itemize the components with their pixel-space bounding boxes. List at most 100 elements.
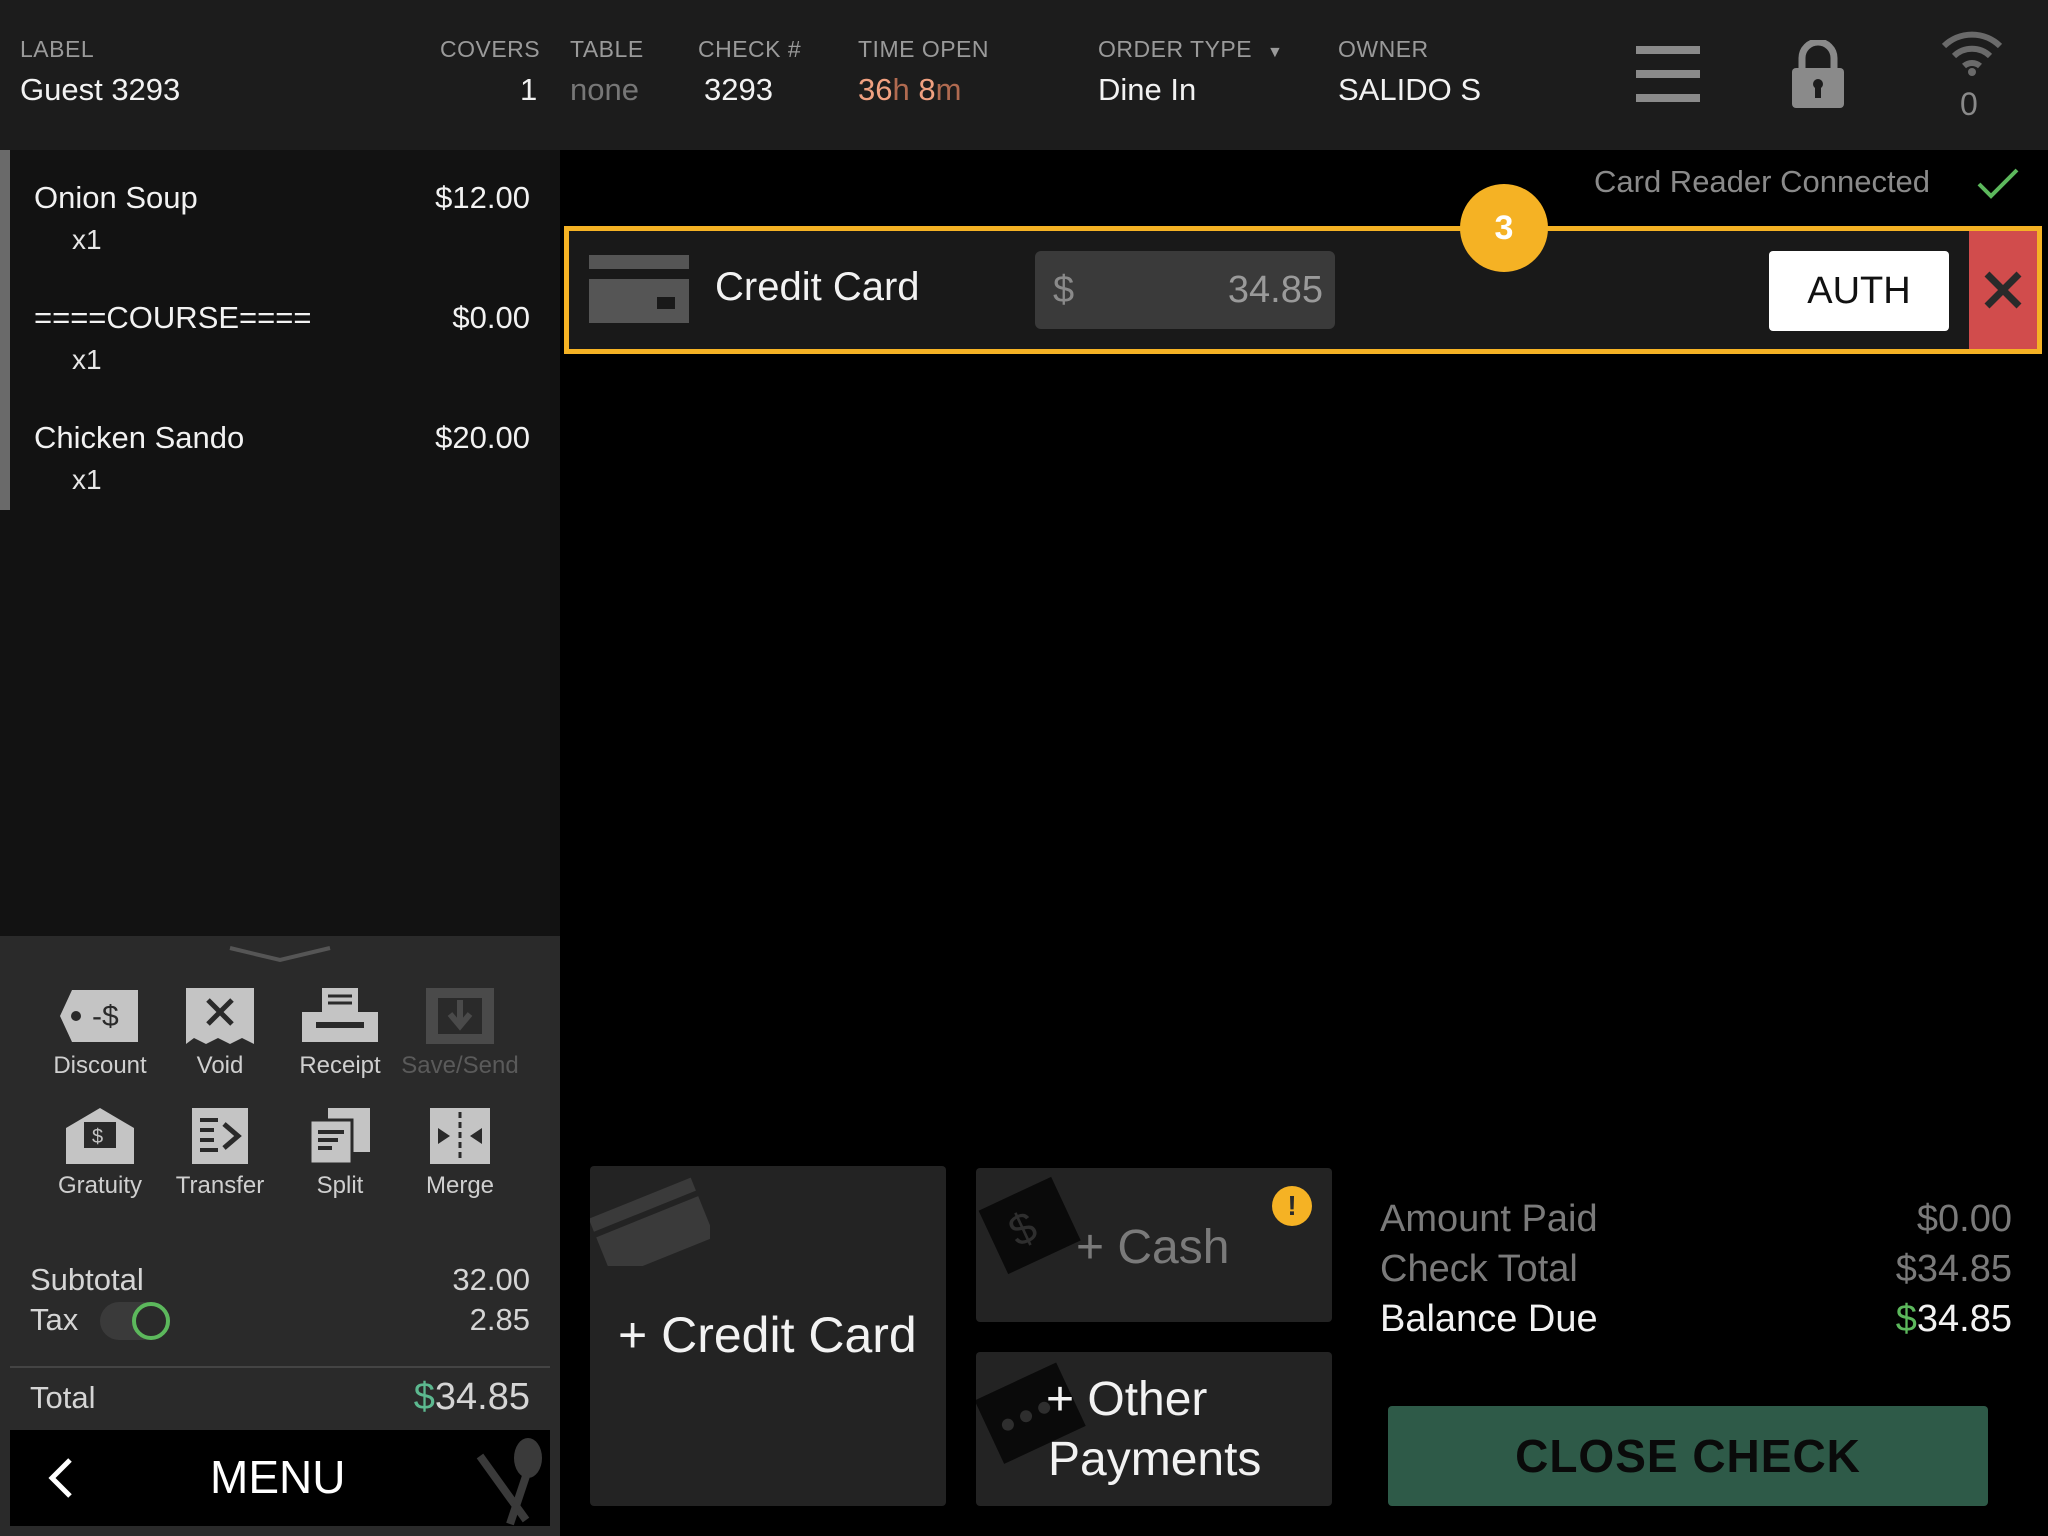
svg-text:-$: -$ xyxy=(92,1000,119,1033)
discount-tag-icon: -$ xyxy=(60,990,138,1042)
gratuity-button[interactable]: $ Gratuity xyxy=(40,1106,160,1200)
save-send-icon xyxy=(426,988,494,1044)
order-type-title[interactable]: ORDER TYPE ▼ xyxy=(1098,36,1283,63)
time-open-title: TIME OPEN xyxy=(858,36,990,62)
svg-text:$: $ xyxy=(92,1126,103,1148)
credit-card-watermark-icon xyxy=(590,1177,710,1266)
split-icon xyxy=(308,1108,370,1166)
cash-watermark-icon: $ xyxy=(978,1176,1081,1275)
receipt-button[interactable]: Receipt xyxy=(280,986,400,1080)
other-payments-label-line1: + Other xyxy=(1046,1373,1208,1426)
order-item-list: Onion Soup $12.00 x1 ====COURSE==== $0.0… xyxy=(0,150,560,936)
warning-icon: ! xyxy=(1272,1186,1312,1226)
menu-label: MENU xyxy=(210,1451,346,1503)
amount-paid-label: Amount Paid xyxy=(1380,1198,1598,1240)
save-send-button[interactable]: Save/Send xyxy=(400,986,520,1080)
totals-divider xyxy=(10,1366,550,1368)
menu-button[interactable]: MENU xyxy=(10,1430,550,1526)
discount-button[interactable]: -$ Discount xyxy=(40,986,160,1080)
list-item[interactable]: Onion Soup $12.00 x1 xyxy=(0,170,560,270)
total-label: Total xyxy=(30,1380,96,1415)
void-receipt-icon xyxy=(186,988,254,1044)
owner-title: OWNER xyxy=(1338,36,1429,62)
add-credit-card-label: + Credit Card xyxy=(618,1307,917,1363)
receipt-label: Receipt xyxy=(299,1052,381,1079)
owner-value[interactable]: SALIDO S xyxy=(1338,72,1481,108)
add-cash-tile[interactable]: $ + Cash ! xyxy=(976,1168,1332,1322)
check-total-label: Check Total xyxy=(1380,1248,1578,1290)
list-item[interactable]: Chicken Sando $20.00 x1 xyxy=(0,410,560,510)
payment-method-label: Credit Card xyxy=(715,265,920,309)
payment-amount-field[interactable]: $ 34.85 xyxy=(1035,251,1335,329)
split-label: Split xyxy=(316,1172,364,1199)
remove-payment-button[interactable] xyxy=(1969,231,2037,349)
close-icon xyxy=(1984,271,2022,309)
item-name: Chicken Sando xyxy=(34,420,245,455)
card-reader-status: Card Reader Connected xyxy=(1594,164,1931,199)
tax-value: 2.85 xyxy=(469,1302,530,1337)
item-price: $0.00 xyxy=(452,300,530,335)
order-type-value[interactable]: Dine In xyxy=(1098,72,1196,108)
gratuity-envelope-icon: $ xyxy=(66,1108,134,1164)
item-qty: x1 xyxy=(72,344,102,375)
transfer-button[interactable]: Transfer xyxy=(160,1106,280,1200)
credit-card-icon xyxy=(589,255,689,323)
wifi-icon xyxy=(1941,31,2003,76)
guest-label[interactable]: Guest 3293 xyxy=(20,72,180,108)
check-number-value: 3293 xyxy=(704,72,773,107)
close-check-button[interactable]: CLOSE CHECK xyxy=(1388,1406,1988,1506)
wifi-count: 0 xyxy=(1960,86,1978,122)
total-value: $34.85 xyxy=(413,1376,530,1418)
merge-label: Merge xyxy=(425,1172,495,1199)
printer-icon xyxy=(302,988,378,1042)
discount-label: Discount xyxy=(53,1052,147,1079)
auth-button[interactable]: AUTH xyxy=(1769,251,1949,331)
check-header: LABEL Guest 3293 COVERS 1 TABLE none CHE… xyxy=(0,0,2048,150)
subtotal-label: Subtotal xyxy=(30,1262,144,1297)
amount-value: 34.85 xyxy=(1227,269,1323,311)
check-number-title: CHECK # xyxy=(698,36,802,62)
other-payments-label-line2: Payments xyxy=(1048,1433,1262,1486)
item-name: ====COURSE==== xyxy=(34,300,312,335)
check-total-value: $34.85 xyxy=(1895,1248,2012,1290)
time-open-value: 36h 8m xyxy=(858,72,962,107)
item-name: Onion Soup xyxy=(34,180,198,215)
balance-due-value: $34.85 xyxy=(1895,1298,2012,1340)
covers-value[interactable]: 1 xyxy=(520,72,537,108)
other-payments-tile[interactable]: + Other Payments xyxy=(976,1352,1332,1506)
item-qty: x1 xyxy=(72,224,102,255)
void-label: Void xyxy=(196,1052,244,1079)
split-button[interactable]: Split xyxy=(280,1106,400,1200)
transfer-label: Transfer xyxy=(175,1172,265,1199)
merge-icon xyxy=(430,1108,490,1164)
add-cash-label: + Cash xyxy=(1076,1221,1230,1274)
transfer-icon xyxy=(192,1108,248,1164)
hamburger-menu-icon[interactable] xyxy=(1636,46,1700,102)
collapse-chevron-icon[interactable] xyxy=(228,944,332,964)
subtotal-value: 32.00 xyxy=(452,1262,530,1297)
item-qty: x1 xyxy=(72,464,102,495)
tax-label: Tax xyxy=(30,1302,79,1337)
tax-toggle[interactable] xyxy=(100,1302,170,1340)
item-price: $20.00 xyxy=(435,420,530,455)
merge-button[interactable]: Merge xyxy=(400,1106,520,1200)
dropdown-arrow-icon: ▼ xyxy=(1267,44,1284,61)
table-value[interactable]: none xyxy=(570,72,639,108)
amount-paid-value: $0.00 xyxy=(1916,1198,2012,1240)
step-badge: 3 xyxy=(1460,184,1548,272)
payment-row[interactable]: Credit Card $ 34.85 AUTH xyxy=(564,226,2042,354)
balance-due-label: Balance Due xyxy=(1380,1298,1598,1340)
save-send-label: Save/Send xyxy=(401,1052,519,1079)
back-chevron-icon xyxy=(48,1458,72,1498)
list-item[interactable]: ====COURSE==== $0.00 x1 xyxy=(0,290,560,390)
add-credit-card-tile[interactable]: + Credit Card xyxy=(590,1166,946,1506)
gratuity-label: Gratuity xyxy=(57,1172,143,1199)
padlock-icon[interactable] xyxy=(1790,40,1846,108)
item-price: $12.00 xyxy=(435,180,530,215)
void-button[interactable]: Void xyxy=(160,986,280,1080)
check-icon xyxy=(1977,168,2019,199)
label-title: LABEL xyxy=(20,36,95,62)
covers-title: COVERS xyxy=(440,36,541,62)
table-title: TABLE xyxy=(570,36,644,62)
utensils-icon xyxy=(476,1438,542,1526)
